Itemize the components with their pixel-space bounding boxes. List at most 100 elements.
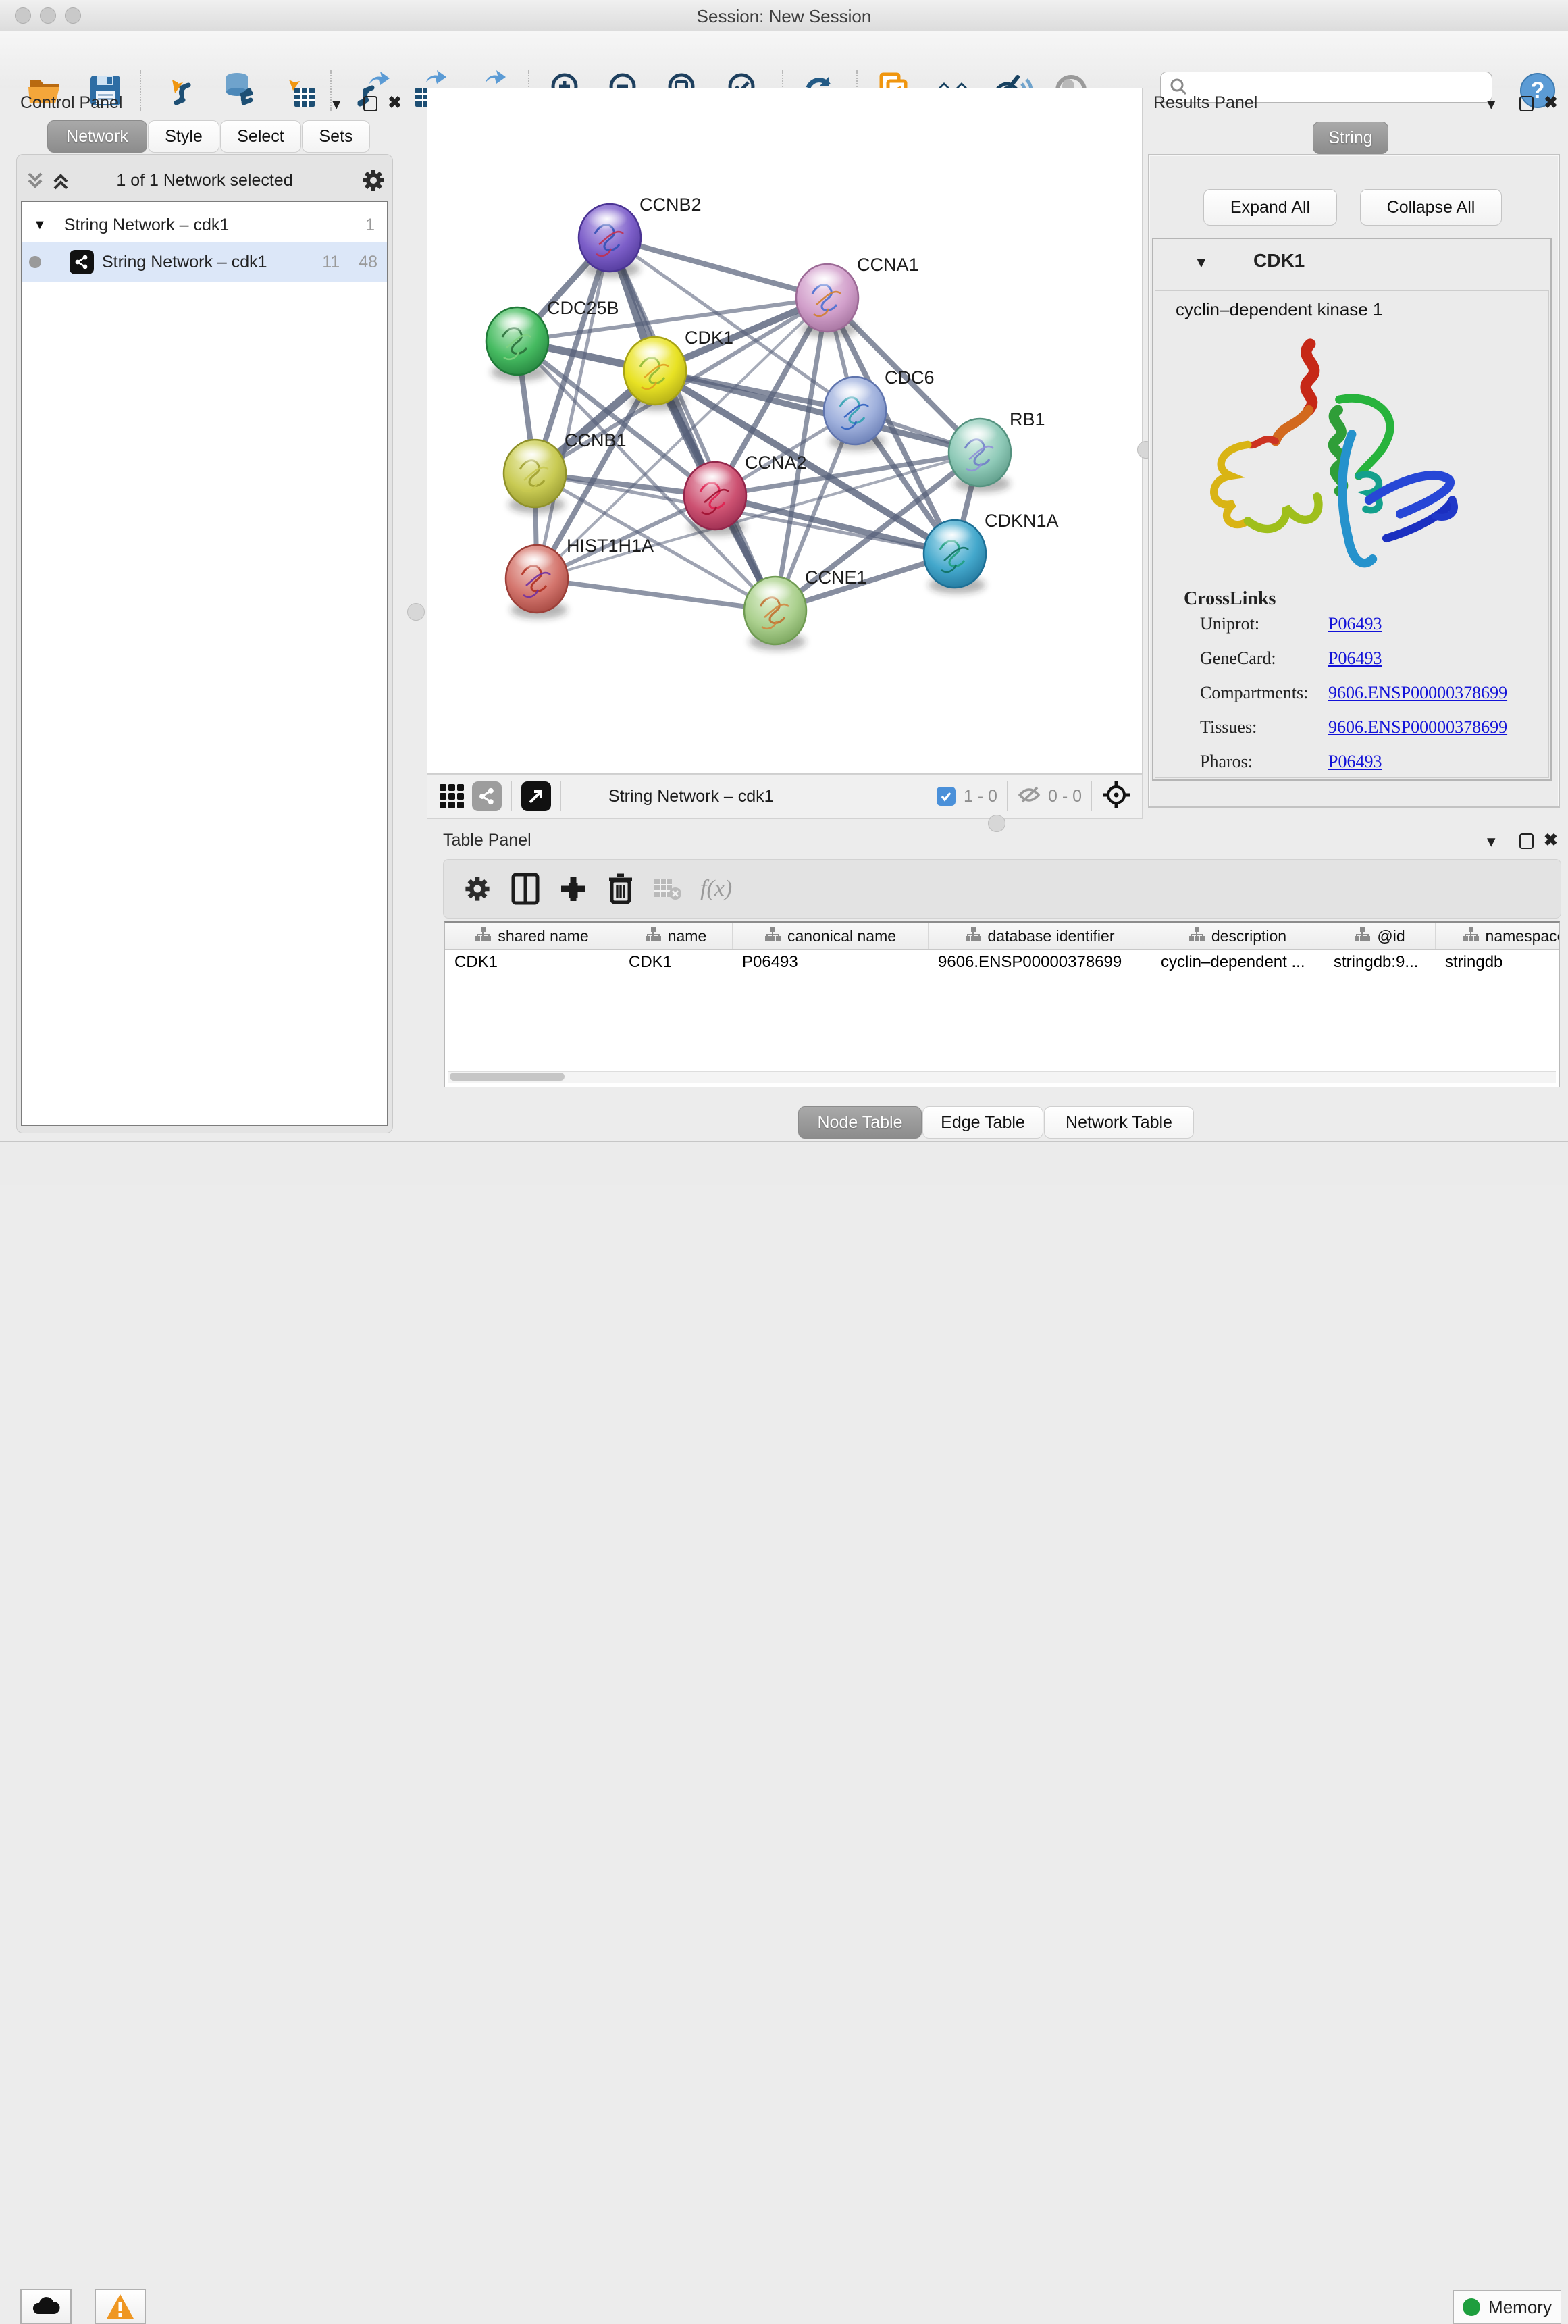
tree-expand-triangle-icon[interactable]: ▼	[33, 217, 47, 233]
table-settings-gear-icon[interactable]	[463, 874, 492, 904]
table-horizontal-scrollbar[interactable]	[448, 1071, 1556, 1083]
network-tree-child-row[interactable]: String Network – cdk1 11 48	[22, 242, 387, 282]
tab-select[interactable]: Select	[220, 120, 301, 153]
crosslink-row: GeneCard:P06493	[1200, 648, 1538, 669]
crosslink-link[interactable]: P06493	[1328, 648, 1382, 669]
collapse-card-triangle-icon[interactable]: ▼	[1194, 254, 1209, 272]
node-label-CDKN1A: CDKN1A	[985, 511, 1059, 531]
table-panel-menu-icon[interactable]: ▾	[1487, 833, 1496, 850]
network-node-CDKN1A[interactable]	[924, 520, 986, 588]
results-panel-menu-icon[interactable]: ▾	[1487, 96, 1496, 113]
table-panel-float-icon[interactable]	[1519, 833, 1534, 849]
control-panel: Control Panel ▾ ✖ Network Style Select S…	[5, 88, 404, 1140]
tree-column-icon	[645, 926, 661, 946]
left-splitter-handle[interactable]	[407, 603, 425, 621]
network-edge-CCNB2-CCNA1[interactable]	[610, 238, 827, 298]
protein-description: cyclin–dependent kinase 1	[1176, 299, 1382, 320]
tab-network[interactable]: Network	[47, 120, 147, 153]
tab-network-table[interactable]: Network Table	[1044, 1106, 1194, 1139]
tab-style[interactable]: Style	[148, 120, 219, 153]
network-edge-HIST1H1A-CCNE1[interactable]	[537, 579, 775, 611]
control-panel-title: Control Panel	[20, 93, 122, 113]
table-panel-close-icon[interactable]: ✖	[1544, 832, 1558, 849]
crosslink-link[interactable]: 9606.ENSP00000378699	[1328, 717, 1507, 738]
column-header-name[interactable]: name	[619, 923, 733, 949]
network-node-CCNA2[interactable]	[684, 462, 746, 530]
birds-eye-crosshair-icon[interactable]	[1101, 780, 1131, 813]
tab-sets[interactable]: Sets	[302, 120, 370, 153]
grid-view-icon[interactable]	[437, 781, 467, 811]
crosslink-label: GeneCard:	[1200, 648, 1328, 669]
crosslink-row: Uniprot:P06493	[1200, 614, 1538, 634]
tab-edge-table[interactable]: Edge Table	[922, 1106, 1043, 1139]
column-header-description[interactable]: description	[1151, 923, 1324, 949]
edge-count: 48	[359, 253, 377, 272]
column-header--id[interactable]: @id	[1324, 923, 1436, 949]
table-cell[interactable]: cyclin–dependent ...	[1151, 950, 1324, 975]
network-list-container: 1 of 1 Network selected ▼ String Network…	[16, 154, 393, 1133]
network-node-CCNE1[interactable]	[744, 577, 806, 644]
add-column-icon[interactable]	[558, 874, 588, 904]
cloud-icon	[30, 2295, 62, 2318]
memory-button[interactable]: Memory	[1453, 2290, 1561, 2324]
column-header-shared-name[interactable]: shared name	[445, 923, 619, 949]
network-node-CDK1[interactable]	[624, 337, 686, 405]
table-cell[interactable]: 9606.ENSP00000378699	[929, 950, 1151, 975]
crosslink-link[interactable]: P06493	[1328, 614, 1382, 634]
network-edge-CCNB2-HIST1H1A[interactable]	[537, 238, 610, 579]
share-network-icon[interactable]	[472, 781, 502, 811]
network-node-CCNB2[interactable]	[579, 204, 641, 272]
results-panel-close-icon[interactable]: ✖	[1544, 95, 1558, 111]
column-header-database-identifier[interactable]: database identifier	[929, 923, 1151, 949]
table-cell[interactable]: stringdb:9...	[1324, 950, 1436, 975]
network-tree-root-row[interactable]: ▼ String Network – cdk1 1	[22, 206, 387, 244]
show-columns-icon[interactable]	[511, 873, 540, 905]
column-header-namespace[interactable]: namespace	[1436, 923, 1560, 949]
control-panel-close-icon[interactable]: ✖	[388, 95, 402, 111]
network-node-HIST1H1A[interactable]	[506, 545, 568, 613]
table-cell[interactable]: CDK1	[445, 950, 619, 975]
column-header-canonical-name[interactable]: canonical name	[733, 923, 929, 949]
crosslink-row: Compartments:9606.ENSP00000378699	[1200, 683, 1538, 703]
network-tree: ▼ String Network – cdk1 1 String Network…	[21, 201, 388, 1126]
network-node-CDC25B[interactable]	[486, 307, 548, 375]
warning-status-button[interactable]	[95, 2289, 146, 2324]
tree-column-icon	[1354, 926, 1370, 946]
control-panel-menu-icon[interactable]: ▾	[332, 96, 341, 113]
crosslink-label: Uniprot:	[1200, 614, 1328, 634]
network-node-CCNA1[interactable]	[796, 264, 858, 332]
control-panel-float-icon[interactable]	[363, 96, 377, 111]
results-panel-float-icon[interactable]	[1519, 96, 1534, 111]
network-canvas[interactable]: CCNB2CCNA1CDC25BCDK1CDC6RB1CCNB1CCNA2CDK…	[427, 88, 1143, 774]
network-node-CCNB1[interactable]	[504, 440, 566, 507]
network-selection-status: 1 of 1 Network selected	[17, 171, 392, 190]
node-count: 11	[322, 253, 340, 272]
selected-checkbox-icon[interactable]	[937, 787, 956, 806]
crosslink-link[interactable]: P06493	[1328, 752, 1382, 772]
hidden-count: 0 - 0	[1048, 787, 1082, 806]
delete-table-icon[interactable]	[653, 877, 681, 901]
open-in-browser-icon[interactable]	[521, 781, 551, 811]
network-node-RB1[interactable]	[949, 419, 1011, 486]
delete-column-trash-icon[interactable]	[607, 873, 634, 905]
crosslink-row: Tissues:9606.ENSP00000378699	[1200, 717, 1538, 738]
tree-column-icon	[475, 926, 491, 946]
network-node-CDC6[interactable]	[824, 377, 886, 444]
table-cell[interactable]: CDK1	[619, 950, 733, 975]
tab-string-results[interactable]: String	[1313, 122, 1388, 154]
cloud-status-button[interactable]	[20, 2289, 72, 2324]
network-options-gear-icon[interactable]	[360, 167, 387, 197]
tab-node-table[interactable]: Node Table	[798, 1106, 922, 1139]
memory-label: Memory	[1488, 2297, 1552, 2318]
table-scrollbar-thumb[interactable]	[450, 1073, 565, 1081]
collapse-all-button[interactable]: Collapse All	[1360, 189, 1502, 226]
function-builder-icon[interactable]: f(x)	[700, 876, 732, 902]
warning-icon	[105, 2293, 135, 2320]
node-attribute-table: shared namenamecanonical namedatabase id…	[444, 921, 1560, 1087]
table-cell[interactable]: stringdb	[1436, 950, 1560, 975]
crosslink-link[interactable]: 9606.ENSP00000378699	[1328, 683, 1507, 703]
node-label-CDK1: CDK1	[685, 328, 733, 348]
table-cell[interactable]: P06493	[733, 950, 929, 975]
expand-all-button[interactable]: Expand All	[1203, 189, 1337, 226]
table-row[interactable]: CDK1CDK1P064939606.ENSP00000378699cyclin…	[445, 950, 1559, 975]
